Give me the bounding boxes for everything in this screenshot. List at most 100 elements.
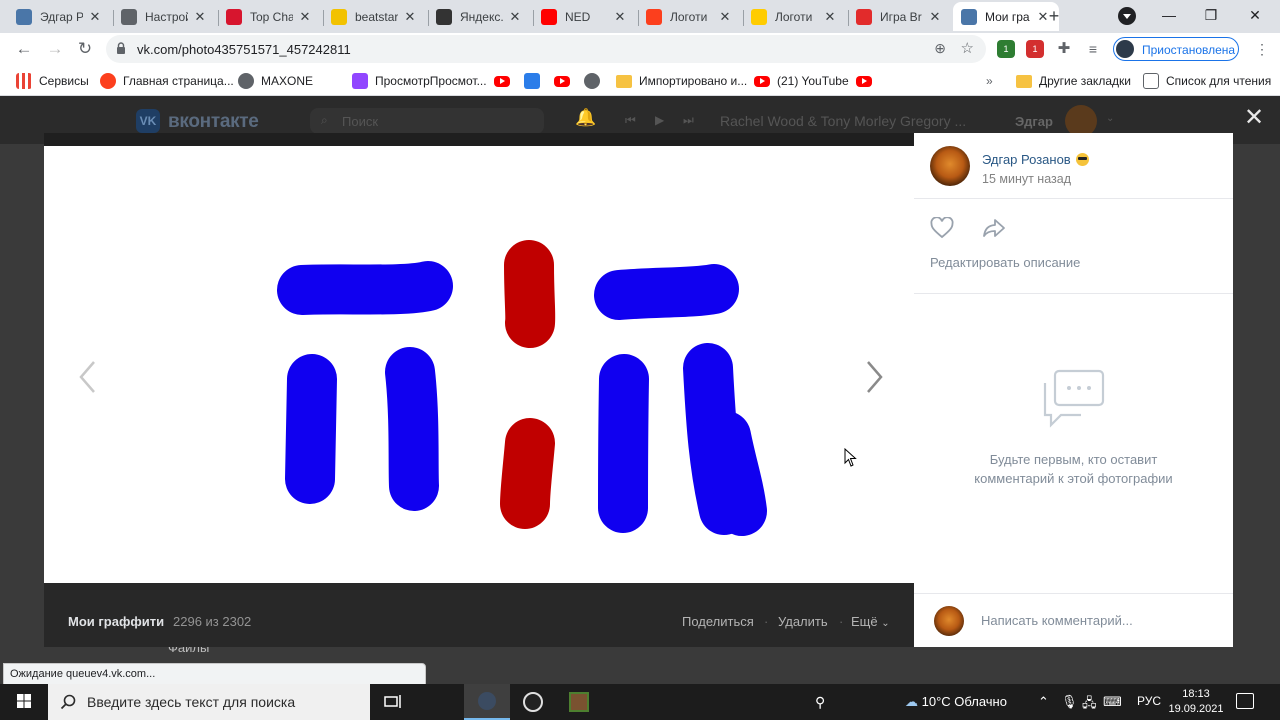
- bookmark-item[interactable]: [856, 72, 879, 90]
- previous-photo-arrow-icon[interactable]: [78, 360, 98, 394]
- next-photo-arrow-icon[interactable]: [864, 360, 884, 394]
- search-icon: [60, 694, 76, 710]
- red-stroke-bottom: [500, 418, 555, 529]
- close-tab-icon[interactable]: ✕: [927, 9, 943, 25]
- blue-stroke-left-1: [285, 354, 337, 504]
- browser-tab[interactable]: Эдгар Ро ✕: [8, 2, 111, 31]
- notification-center-icon[interactable]: [1236, 693, 1254, 709]
- close-tab-icon[interactable]: ✕: [87, 9, 103, 25]
- close-tab-icon[interactable]: ✕: [402, 9, 418, 25]
- vk-logo-text[interactable]: вконтакте: [168, 111, 259, 133]
- other-bookmarks-folder[interactable]: Другие закладки: [1016, 72, 1131, 90]
- blue-stroke-right-2b: [701, 411, 767, 536]
- bookmark-item[interactable]: [554, 72, 577, 90]
- game-icon: [856, 8, 872, 25]
- share-arrow-icon[interactable]: [982, 217, 1006, 239]
- browser-tab[interactable]: Настрой ✕: [113, 2, 216, 31]
- bookmark-item[interactable]: (21) YouTube: [754, 72, 849, 90]
- network-icon[interactable]: 🖧: [1082, 694, 1097, 716]
- language-indicator[interactable]: РУС: [1137, 694, 1161, 708]
- minimize-button[interactable]: —: [1146, 3, 1192, 27]
- extension-evernote-icon[interactable]: 1: [997, 40, 1015, 58]
- minecraft-taskbar-icon[interactable]: [556, 684, 602, 720]
- forward-button[interactable]: →: [44, 38, 66, 60]
- browser-tab[interactable]: beatstar ✕: [323, 2, 426, 31]
- weather-widget[interactable]: ☁ 10°C Облачно: [905, 694, 1007, 710]
- browser-tab[interactable]: Игра Br ✕: [848, 2, 951, 31]
- previous-track-icon[interactable]: ⏮: [625, 113, 636, 128]
- owner-avatar[interactable]: [930, 146, 970, 186]
- windows-start-icon[interactable]: [0, 684, 48, 720]
- obs-taskbar-icon[interactable]: [510, 684, 556, 720]
- close-window-button[interactable]: ✕: [1232, 3, 1278, 27]
- bookmark-item[interactable]: MAXONE: [238, 72, 313, 90]
- notifications-bell-icon[interactable]: 🔔: [575, 108, 596, 128]
- restore-button[interactable]: ❐: [1188, 3, 1234, 27]
- zoom-icon[interactable]: ⊕: [934, 40, 946, 57]
- my-avatar: [934, 606, 964, 636]
- back-button[interactable]: ←: [13, 38, 35, 60]
- task-view-icon[interactable]: [370, 684, 416, 720]
- close-tab-icon[interactable]: ✕: [717, 9, 733, 25]
- graffiti-photo[interactable]: [44, 146, 914, 583]
- keyboard-icon[interactable]: ⌨: [1103, 694, 1122, 710]
- close-tab-icon[interactable]: ✕: [822, 9, 838, 25]
- address-bar[interactable]: vk.com/photo435751571_457242811 ⊕ ☆: [106, 35, 986, 63]
- tray-overflow-chevron-icon[interactable]: ⌃: [1038, 694, 1049, 710]
- delete-button[interactable]: Удалить: [778, 614, 828, 629]
- browser-tab[interactable]: Логоти ✕: [743, 2, 846, 31]
- comment-input[interactable]: Написать комментарий...: [981, 613, 1133, 628]
- microphone-icon[interactable]: 🎙: [1061, 694, 1078, 710]
- browser-tab[interactable]: Top Char ✕: [218, 2, 321, 31]
- browser-menu-icon[interactable]: ⋮: [1255, 41, 1269, 58]
- profile-paused-button[interactable]: Приостановлена: [1113, 37, 1239, 61]
- comments-bubble-icon: [1043, 369, 1104, 428]
- bookmark-item[interactable]: ПросмотрПросмот...: [352, 72, 487, 90]
- more-button[interactable]: Ещё ⌄: [851, 614, 890, 629]
- bookmark-item[interactable]: Импортировано и...: [616, 72, 747, 90]
- now-playing-track[interactable]: Rachel Wood & Tony Morley Gregory ...: [720, 113, 966, 129]
- bookmark-item[interactable]: [524, 72, 547, 90]
- url-text[interactable]: vk.com/photo435751571_457242811: [137, 42, 351, 57]
- taskbar-clock[interactable]: 18:13 19.09.2021: [1165, 687, 1227, 717]
- bookmark-item[interactable]: [584, 72, 607, 90]
- edit-description-link[interactable]: Редактировать описание: [930, 255, 1080, 270]
- new-tab-button[interactable]: +: [1043, 6, 1065, 28]
- extension-adblock-icon[interactable]: 1: [1026, 40, 1044, 58]
- play-icon[interactable]: ▶: [655, 113, 664, 127]
- owner-name-link[interactable]: Эдгар Розанов: [982, 152, 1089, 167]
- next-track-icon[interactable]: ⏭: [683, 113, 694, 128]
- album-link[interactable]: Мои граффити: [68, 614, 164, 629]
- people-icon[interactable]: ⚲: [815, 694, 825, 711]
- reading-list-icon: [1143, 73, 1159, 89]
- windows-taskbar: Введите здесь текст для поиска ⚲ ☁ 10°C …: [0, 684, 1280, 720]
- bookmarks-overflow-button[interactable]: »: [986, 72, 993, 90]
- bookmark-item[interactable]: Главная страница...: [100, 72, 234, 90]
- close-tab-icon[interactable]: ✕: [297, 9, 313, 25]
- reading-list-button[interactable]: Список для чтения: [1143, 72, 1271, 90]
- photo-viewer-footer: Мои граффити 2296 из 2302 Поделиться · У…: [44, 583, 914, 647]
- extensions-puzzle-icon[interactable]: ✚: [1055, 40, 1073, 58]
- bookmark-item[interactable]: [494, 72, 517, 90]
- bookmark-item[interactable]: Сервисы: [16, 72, 89, 90]
- browser-tab[interactable]: Логоти ✕: [638, 2, 741, 31]
- vk-logo-icon[interactable]: VK: [136, 109, 160, 133]
- close-tab-icon[interactable]: ✕: [612, 9, 628, 25]
- like-heart-icon[interactable]: [930, 217, 954, 239]
- bookmark-star-icon[interactable]: ☆: [961, 39, 974, 57]
- vk-search-input[interactable]: ⌕ Поиск: [310, 108, 544, 134]
- share-button[interactable]: Поделиться: [682, 614, 754, 629]
- vk-user-name[interactable]: Эдгар: [1015, 114, 1053, 129]
- browser-tab[interactable]: Яндекс.К ✕: [428, 2, 531, 31]
- tab-search-icon[interactable]: [1118, 7, 1136, 25]
- close-tab-icon[interactable]: ✕: [192, 9, 208, 25]
- close-viewer-icon[interactable]: ✕: [1244, 106, 1264, 130]
- taskbar-search-input[interactable]: Введите здесь текст для поиска: [48, 684, 370, 720]
- media-control-icon[interactable]: ≡: [1084, 40, 1102, 58]
- chrome-taskbar-icon[interactable]: [464, 684, 510, 720]
- browser-tab[interactable]: NED ✕: [533, 2, 636, 31]
- reload-button[interactable]: ↻: [74, 38, 96, 60]
- close-tab-icon[interactable]: ✕: [507, 9, 523, 25]
- lock-icon[interactable]: [116, 42, 126, 54]
- chevron-down-icon[interactable]: ⌄: [1106, 113, 1114, 124]
